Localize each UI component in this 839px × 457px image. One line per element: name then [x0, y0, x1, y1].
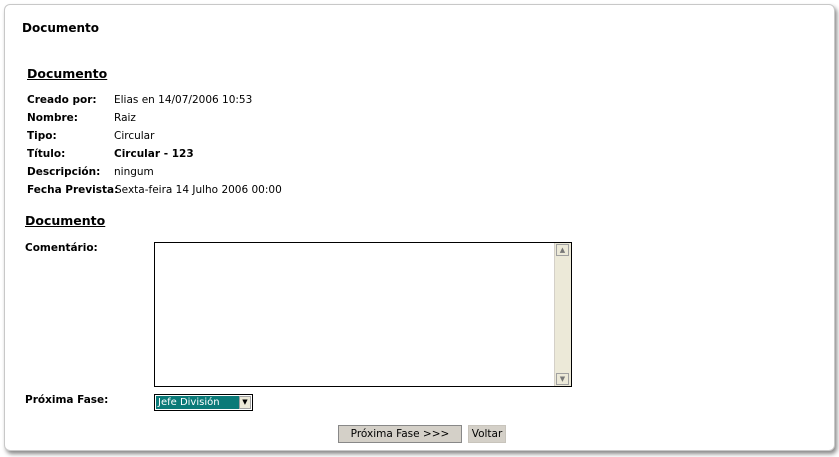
page-title: Documento [22, 21, 100, 35]
due-date-label: Fecha Prevista: [27, 184, 119, 196]
comment-textarea[interactable] [155, 243, 555, 386]
next-phase-select[interactable]: Jefe División ▼ [154, 394, 253, 411]
description-label: Descripción: [27, 166, 101, 178]
chevron-down-icon[interactable]: ▼ [239, 396, 251, 409]
created-by-label: Creado por: [27, 94, 97, 106]
created-by-value: Elias en 14/07/2006 10:53 [114, 94, 253, 106]
next-phase-selected-value[interactable]: Jefe División [156, 396, 239, 409]
name-label: Nombre: [27, 112, 78, 124]
comment-scrollbar[interactable]: ▲ ▼ [554, 243, 571, 386]
next-phase-button[interactable]: Próxima Fase >>> [338, 425, 462, 443]
comment-section-heading: Documento [25, 213, 106, 228]
type-value: Circular [114, 130, 155, 142]
name-value: Raiz [114, 112, 136, 124]
title-value: Circular - 123 [114, 148, 194, 160]
scroll-down-arrow-icon[interactable]: ▼ [556, 373, 569, 385]
comment-label: Comentário: [25, 242, 98, 254]
due-date-value: Sexta-feira 14 Julho 2006 00:00 [115, 184, 282, 196]
comment-textarea-frame: ▲ ▼ [154, 242, 572, 387]
scroll-up-arrow-icon[interactable]: ▲ [556, 244, 569, 256]
description-value: ningum [114, 166, 154, 178]
back-button[interactable]: Voltar [468, 425, 506, 443]
document-section-heading: Documento [27, 66, 108, 81]
document-panel: Documento Documento Creado por: Elias en… [4, 4, 835, 451]
next-phase-label: Próxima Fase: [25, 394, 109, 406]
type-label: Tipo: [27, 130, 57, 142]
title-label: Título: [27, 148, 66, 160]
